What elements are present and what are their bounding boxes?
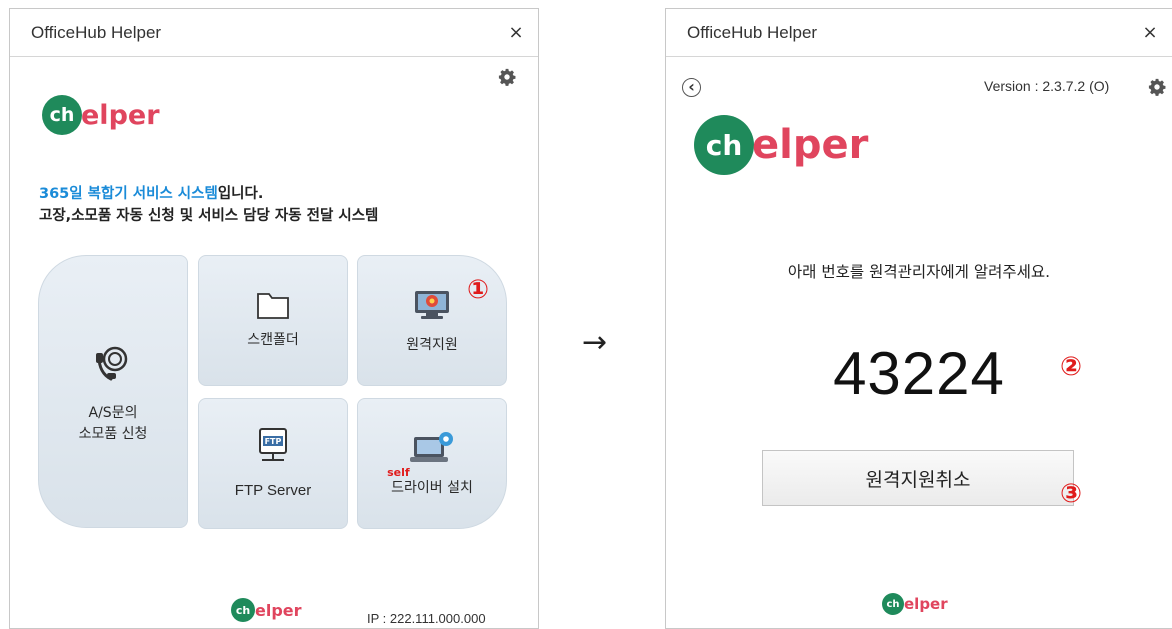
ftp-server-label: FTP Server bbox=[234, 482, 312, 499]
intro-line1-rest: 입니다. bbox=[217, 186, 264, 202]
scan-folder-tile[interactable]: 스캔폴더 bbox=[198, 255, 348, 386]
remote-monitor-icon bbox=[415, 291, 449, 319]
back-chevron-icon: ‹ bbox=[688, 76, 695, 96]
window-title: OfficeHub Helper bbox=[31, 22, 162, 42]
callout-2: ② bbox=[1060, 352, 1083, 382]
driver-install-label: 드라이버 설치 bbox=[391, 479, 473, 496]
ftp-server-tile[interactable]: FTP FTP Server bbox=[198, 398, 348, 529]
logo-mark: ch bbox=[42, 95, 82, 135]
remote-code: 43224 bbox=[833, 340, 1005, 407]
remote-support-label: 원격지원 bbox=[406, 337, 458, 353]
driver-install-tile[interactable]: self 드라이버 설치 bbox=[357, 398, 507, 529]
helper-logo: ch elper bbox=[42, 95, 160, 135]
service-headset-icon bbox=[96, 346, 128, 380]
ftp-server-icon: FTP bbox=[259, 428, 287, 461]
cancel-remote-label: 원격지원취소 bbox=[865, 468, 971, 491]
intro-text: 365일 복합기 서비스 시스템입니다. 고장,소모품 자동 신청 및 서비스 … bbox=[39, 183, 378, 227]
close-button[interactable]: × bbox=[1128, 22, 1172, 43]
self-prefix: self bbox=[387, 465, 410, 479]
logo-word: elper bbox=[81, 99, 160, 131]
callout-1: ① bbox=[467, 275, 490, 305]
ftp-icon-text: FTP bbox=[265, 437, 282, 446]
cancel-remote-button[interactable]: 원격지원취소 bbox=[762, 450, 1074, 506]
as-request-tile[interactable]: A/S문의 소모품 신청 bbox=[38, 255, 188, 528]
intro-highlight: 365일 복합기 서비스 시스템 bbox=[39, 186, 218, 202]
footer-logo: ch elper bbox=[882, 593, 948, 615]
settings-gear-icon[interactable] bbox=[1148, 78, 1166, 96]
intro-line2: 고장,소모품 자동 신청 및 서비스 담당 자동 전달 시스템 bbox=[39, 208, 379, 224]
instruction-text: 아래 번호를 원격관리자에게 알려주세요. bbox=[787, 263, 1051, 281]
footer-logo: ch elper bbox=[231, 598, 302, 622]
title-bar: OfficeHub Helper × bbox=[666, 9, 1172, 57]
as-request-label-1: A/S문의 bbox=[88, 404, 138, 421]
close-button[interactable]: × bbox=[494, 22, 538, 43]
as-request-label-2: 소모품 신청 bbox=[78, 425, 148, 442]
back-button[interactable]: ‹ bbox=[682, 78, 701, 97]
window-title: OfficeHub Helper bbox=[687, 22, 818, 42]
logo-mark: ch bbox=[694, 115, 754, 175]
footer-logo-word: elper bbox=[255, 600, 302, 620]
footer-logo-word: elper bbox=[904, 595, 948, 613]
title-bar: OfficeHub Helper × bbox=[10, 9, 538, 57]
helper-logo: ch elper bbox=[694, 115, 868, 175]
settings-gear-icon[interactable] bbox=[498, 68, 516, 86]
folder-icon bbox=[257, 293, 289, 319]
right-helper-window: OfficeHub Helper × ‹ Version : 2.3.7.2 (… bbox=[665, 8, 1172, 629]
callout-3: ③ bbox=[1060, 479, 1083, 509]
driver-laptop-gear-icon bbox=[410, 431, 453, 462]
version-text: Version : 2.3.7.2 (O) bbox=[984, 78, 1110, 94]
ip-address: IP : 222.111.000.000 bbox=[367, 611, 486, 626]
scan-folder-label: 스캔폴더 bbox=[247, 332, 299, 348]
left-helper-window: OfficeHub Helper × ch elper 365일 복합기 서비스… bbox=[9, 8, 539, 629]
flow-arrow: → bbox=[582, 325, 608, 360]
footer-logo-mark: ch bbox=[231, 598, 255, 622]
footer-logo-mark: ch bbox=[882, 593, 904, 615]
logo-word: elper bbox=[752, 122, 869, 168]
